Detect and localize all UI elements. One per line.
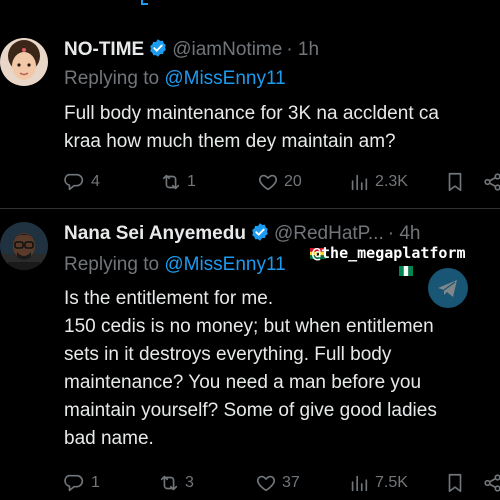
- like-count: 37: [282, 474, 300, 491]
- mention-link[interactable]: @MissEnny11: [164, 68, 285, 89]
- tweet-text: Is the entitlement for me. 150 cedis is …: [64, 285, 500, 453]
- avatar[interactable]: [0, 38, 48, 86]
- views-count: 7.5K: [375, 474, 408, 491]
- display-name[interactable]: NO-TIME: [64, 39, 144, 60]
- views-count: 2.3K: [375, 173, 408, 190]
- retweet-count: 3: [185, 474, 194, 491]
- retweet-icon: [162, 174, 180, 190]
- share-button[interactable]: [482, 472, 500, 494]
- text-line: sets in it destroys everything. Full bod…: [64, 344, 392, 365]
- handle[interactable]: @RedHatP...: [274, 223, 384, 244]
- bookmark-icon: [448, 473, 462, 493]
- like-count: 20: [284, 173, 302, 190]
- watermark-text: @the_megaplatform: [312, 244, 466, 262]
- text-line: bad name.: [64, 428, 154, 449]
- reply-icon: [64, 474, 84, 492]
- heart-icon: [256, 475, 276, 492]
- timestamp[interactable]: · 1h: [286, 39, 319, 60]
- text-line: Full body maintenance for 3K na accldent…: [64, 103, 439, 124]
- bookmark-icon: [448, 172, 462, 192]
- tweet-text: Full body maintenance for 3K na accldent…: [64, 100, 500, 156]
- avatar[interactable]: [0, 222, 48, 270]
- like-button[interactable]: 37: [255, 472, 300, 494]
- reply-icon: [64, 173, 84, 191]
- nigeria-flag-icon: [399, 266, 413, 276]
- share-icon: [484, 173, 500, 191]
- views-button[interactable]: 2.3K: [348, 171, 408, 193]
- action-bar: 1 3 37 7.5K: [0, 472, 500, 496]
- replying-to: Replying to @MissEnny11: [64, 253, 286, 277]
- replying-prefix: Replying to: [64, 254, 165, 275]
- handle[interactable]: @iamNotime: [172, 39, 282, 60]
- share-button[interactable]: [482, 171, 500, 193]
- text-line: maintain yourself? Some of give good lad…: [64, 400, 437, 421]
- text-line: kraa how much them dey maintain am?: [64, 131, 396, 152]
- reply-button[interactable]: 1: [64, 472, 100, 494]
- retweet-button[interactable]: 1: [160, 171, 196, 193]
- mention-link[interactable]: @MissEnny11: [164, 254, 285, 275]
- views-icon: [351, 475, 368, 492]
- timestamp[interactable]: · 4h: [388, 223, 421, 244]
- tweet-header: NO-TIME @iamNotime · 1h: [64, 38, 319, 62]
- reply-count: 1: [91, 474, 100, 491]
- replying-to: Replying to @MissEnny11: [64, 67, 286, 91]
- verified-badge-icon: [252, 223, 268, 241]
- reply-count: 4: [91, 173, 100, 190]
- reply-button[interactable]: 4: [64, 171, 100, 193]
- action-bar: 4 1 20 2.3K: [0, 171, 500, 195]
- views-button[interactable]: 7.5K: [348, 472, 408, 494]
- tweet-1[interactable]: NO-TIME @iamNotime · 1h Replying to @MissE…: [0, 0, 500, 205]
- like-button[interactable]: 20: [257, 171, 302, 193]
- views-icon: [351, 174, 368, 191]
- tweet-header: Nana Sei Anyemedu @RedHatP... · 4h: [64, 222, 421, 246]
- retweet-count: 1: [187, 173, 196, 190]
- retweet-icon: [160, 475, 178, 491]
- heart-icon: [258, 174, 278, 191]
- bookmark-button[interactable]: [444, 171, 471, 193]
- telegram-icon: [438, 280, 457, 297]
- text-line: maintenance? You need a man before you: [64, 372, 422, 393]
- telegram-badge: [428, 268, 468, 308]
- replying-prefix: Replying to: [64, 68, 165, 89]
- text-line: 150 cedis is no money; but when entitlem…: [64, 316, 434, 337]
- verified-badge-icon: [150, 39, 167, 57]
- bookmark-button[interactable]: [444, 472, 471, 494]
- display-name[interactable]: Nana Sei Anyemedu: [64, 223, 246, 244]
- share-icon: [484, 474, 500, 492]
- retweet-button[interactable]: 3: [158, 472, 194, 494]
